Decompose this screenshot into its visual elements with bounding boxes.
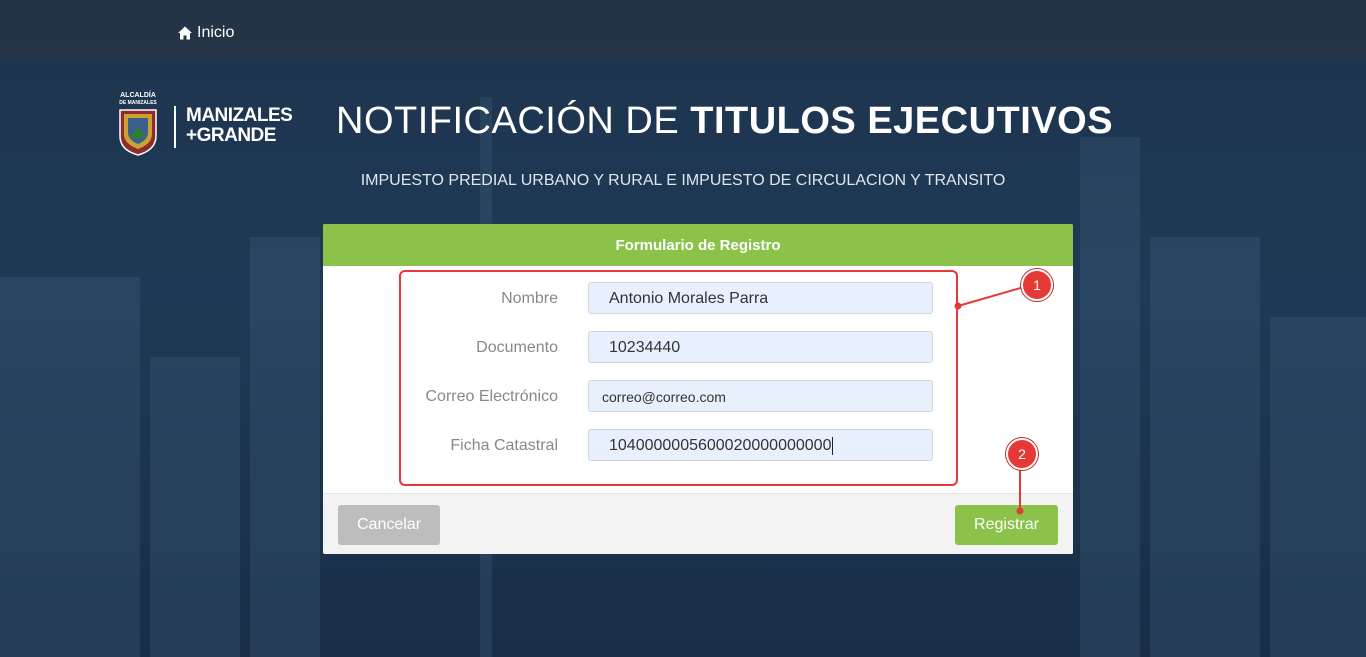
text-cursor <box>832 436 834 455</box>
form-row-ficha: Ficha Catastral 104000000560002000000000… <box>323 429 1073 463</box>
home-label: Inicio <box>197 24 235 41</box>
cancel-button[interactable]: Cancelar <box>338 505 440 545</box>
form-footer: Cancelar Registrar <box>323 493 1073 554</box>
coat-of-arms-icon <box>119 109 157 156</box>
documento-label: Documento <box>476 339 558 356</box>
top-nav-bar: Inicio <box>0 0 1366 60</box>
form-row-documento: Documento 10234440 <box>323 331 1073 365</box>
form-row-correo: Correo Electrónico correo@correo.com <box>323 380 1073 414</box>
logo-divider <box>174 106 176 148</box>
logo-brand-text: MANIZALES +GRANDE <box>186 105 293 146</box>
logo-small-text: ALCALDÍA DE MANIZALES <box>119 92 157 106</box>
home-link[interactable]: Inicio <box>177 24 234 42</box>
ficha-label: Ficha Catastral <box>450 437 558 454</box>
nombre-label: Nombre <box>501 290 558 307</box>
correo-label: Correo Electrónico <box>425 388 559 405</box>
page-title-light: NOTIFICACIÓN DE <box>336 100 691 142</box>
register-button[interactable]: Registrar <box>955 505 1058 545</box>
nombre-input[interactable]: Antonio Morales Parra <box>588 282 933 314</box>
annotation-badge-1: 1 <box>1021 269 1053 301</box>
ficha-input[interactable]: 1040000005600020000000000 <box>588 429 933 461</box>
alcaldia-logo: ALCALDÍA DE MANIZALES MANIZALES +GRANDE <box>114 92 293 164</box>
annotation-badge-2: 2 <box>1006 438 1038 470</box>
page-subtitle: IMPUESTO PREDIAL URBANO Y RURAL E IMPUES… <box>360 172 1006 189</box>
home-icon <box>178 26 192 40</box>
form-title: Formulario de Registro <box>323 224 1073 266</box>
ficha-value: 1040000005600020000000000 <box>609 437 832 454</box>
page-title-bold: TITULOS EJECUTIVOS <box>690 100 1114 142</box>
documento-input[interactable]: 10234440 <box>588 331 933 363</box>
registration-form-panel: Formulario de Registro Nombre Antonio Mo… <box>323 224 1073 554</box>
form-row-nombre: Nombre Antonio Morales Parra <box>323 282 1073 316</box>
correo-input[interactable]: correo@correo.com <box>588 380 933 412</box>
page-title: NOTIFICACIÓN DE TITULOS EJECUTIVOS <box>336 100 1113 143</box>
